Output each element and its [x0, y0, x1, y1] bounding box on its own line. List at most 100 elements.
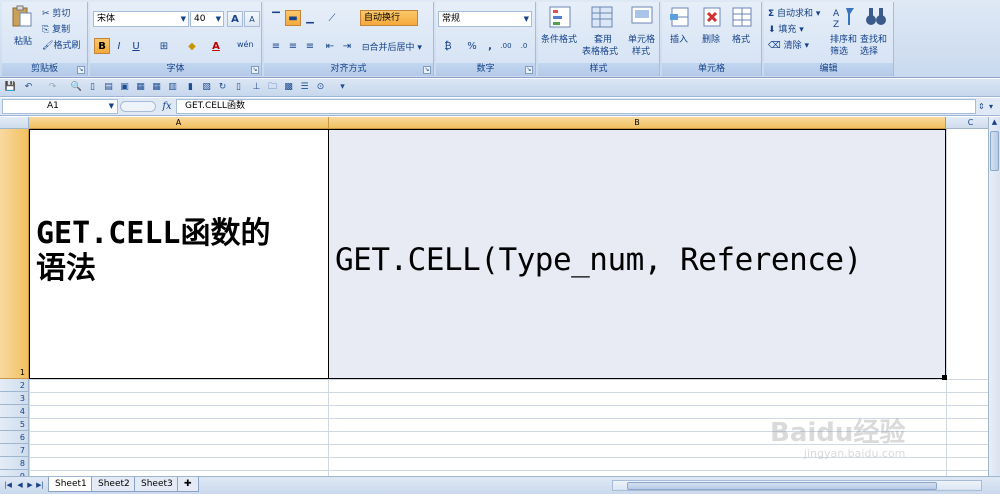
delete-button[interactable]: 删除: [702, 32, 720, 45]
increase-indent-icon[interactable]: ⇥: [339, 38, 355, 54]
copy-button[interactable]: ⎘ 复制: [42, 22, 70, 35]
comma-button[interactable]: ,: [482, 38, 498, 54]
list-icon[interactable]: ☰: [298, 81, 311, 94]
font-name-select[interactable]: 宋体 ▼: [93, 11, 189, 27]
horizontal-scroll-thumb[interactable]: [627, 482, 937, 490]
pin-icon[interactable]: ⊥: [250, 81, 263, 94]
paste-label[interactable]: 粘贴: [14, 34, 32, 47]
cell-b1[interactable]: GET.CELL(Type_num, Reference): [328, 129, 946, 379]
font-launcher-icon[interactable]: ↘: [251, 66, 259, 74]
font-color-icon[interactable]: A: [208, 38, 224, 54]
row-header-3[interactable]: 3: [0, 392, 29, 405]
conditional-format-button[interactable]: 条件格式: [541, 32, 577, 45]
zoom-icon[interactable]: ⊙: [314, 81, 327, 94]
formula-input[interactable]: GET.CELL函数: [176, 99, 976, 114]
insert-sheet-icon[interactable]: ✚: [177, 477, 199, 492]
vertical-scroll-thumb[interactable]: [990, 131, 999, 171]
table-format-label-2[interactable]: 表格格式: [582, 44, 618, 57]
italic-button[interactable]: I: [111, 38, 127, 54]
number-launcher-icon[interactable]: ↘: [525, 66, 533, 74]
save-icon[interactable]: 💾: [4, 81, 17, 94]
doc-icon[interactable]: ▯: [232, 81, 245, 94]
alignment-launcher-icon[interactable]: ↘: [423, 66, 431, 74]
insert-function-button[interactable]: fx: [160, 99, 174, 114]
align-middle-icon[interactable]: ▬: [285, 10, 301, 26]
sort-label-2[interactable]: 筛选: [830, 44, 848, 57]
format-painter-button[interactable]: 🖌格式刷: [42, 38, 80, 51]
cut-button[interactable]: ✂ 剪切: [42, 6, 70, 19]
row-header-1[interactable]: 1: [0, 129, 29, 379]
prev-sheet-icon[interactable]: ◀: [16, 480, 24, 490]
image-icon[interactable]: ▧: [200, 81, 213, 94]
clear-button[interactable]: ⌫ 清除 ▾: [768, 38, 809, 51]
fill-color-icon[interactable]: ◆: [184, 38, 200, 54]
row-header-2[interactable]: 2: [0, 379, 29, 392]
sheet-tab-1[interactable]: Sheet1: [48, 477, 94, 492]
last-sheet-icon[interactable]: ▶|: [36, 480, 44, 490]
cell-styles-label-2[interactable]: 样式: [632, 44, 650, 57]
scroll-up-icon[interactable]: ▲: [990, 118, 999, 128]
name-box[interactable]: A1 ▼: [2, 99, 118, 114]
orientation-icon[interactable]: ⟋: [324, 10, 340, 26]
font-size-select[interactable]: 40 ▼: [190, 11, 224, 27]
first-sheet-icon[interactable]: |◀: [4, 480, 12, 490]
row-header-8[interactable]: 8: [0, 457, 29, 470]
wrap-text-button[interactable]: 自动换行: [360, 10, 418, 26]
select-all-corner[interactable]: [0, 117, 29, 129]
sheet-icon[interactable]: ▥: [166, 81, 179, 94]
column-header-b[interactable]: B: [329, 117, 946, 129]
bold-button[interactable]: B: [94, 38, 110, 54]
borders-icon[interactable]: ⊞: [156, 38, 172, 54]
print-preview-icon[interactable]: 🔍: [70, 81, 83, 94]
column-header-a[interactable]: A: [29, 117, 329, 129]
horizontal-scrollbar[interactable]: [612, 480, 982, 491]
align-right-icon[interactable]: ≡: [302, 38, 318, 54]
align-center-icon[interactable]: ≡: [285, 38, 301, 54]
folder-icon[interactable]: 🗀: [266, 81, 279, 94]
align-left-icon[interactable]: ≡: [268, 38, 284, 54]
highlight-icon[interactable]: ▩: [282, 81, 295, 94]
shrink-font-button[interactable]: A: [244, 11, 260, 27]
row-header-4[interactable]: 4: [0, 405, 29, 418]
page-icon[interactable]: ▤: [102, 81, 115, 94]
sheet-tab-3[interactable]: Sheet3: [134, 477, 180, 492]
decrease-decimal-button[interactable]: .0: [516, 38, 532, 54]
paste-icon[interactable]: [10, 4, 34, 28]
align-bottom-icon[interactable]: ▁: [302, 10, 318, 26]
accounting-icon[interactable]: ₿: [440, 38, 456, 54]
column-header-c[interactable]: C: [946, 117, 988, 129]
sheet-tab-2[interactable]: Sheet2: [91, 477, 137, 492]
collapse-ribbon-icon[interactable]: ▾: [989, 99, 998, 114]
row-header-5[interactable]: 5: [0, 418, 29, 431]
format-button[interactable]: 格式: [732, 32, 750, 45]
refresh-icon[interactable]: ↻: [216, 81, 229, 94]
percent-button[interactable]: %: [464, 38, 480, 54]
align-top-icon[interactable]: ▔: [268, 10, 284, 26]
customize-toolbar-icon[interactable]: ▾: [336, 81, 349, 94]
insert-button[interactable]: 插入: [670, 32, 688, 45]
row-header-6[interactable]: 6: [0, 431, 29, 444]
grow-font-button[interactable]: A: [227, 11, 243, 27]
increase-decimal-button[interactable]: .00: [498, 38, 514, 54]
grid-icon[interactable]: ▦: [150, 81, 163, 94]
merge-center-button[interactable]: ⊟合并后居中 ▾: [362, 40, 422, 53]
vertical-scrollbar[interactable]: ▲: [988, 117, 1000, 476]
fill-handle[interactable]: [942, 375, 947, 380]
row-header-7[interactable]: 7: [0, 444, 29, 457]
name-box-splitter[interactable]: [120, 101, 156, 112]
new-doc-icon[interactable]: ▯: [86, 81, 99, 94]
next-sheet-icon[interactable]: ▶: [26, 480, 34, 490]
redo-icon[interactable]: ↷: [46, 81, 59, 94]
find-label-2[interactable]: 选择: [860, 44, 878, 57]
number-format-select[interactable]: 常规 ▼: [438, 11, 532, 27]
phonetic-guide-button[interactable]: wén: [236, 36, 254, 52]
autosum-button[interactable]: Σ 自动求和 ▾: [768, 6, 820, 19]
table-icon[interactable]: ▦: [134, 81, 147, 94]
underline-button[interactable]: U: [128, 38, 144, 54]
undo-icon[interactable]: ↶: [22, 81, 35, 94]
chart-icon[interactable]: ▮: [184, 81, 197, 94]
expand-formula-icon[interactable]: ⇕: [978, 99, 988, 114]
clipboard-launcher-icon[interactable]: ↘: [77, 66, 85, 74]
cell-a1[interactable]: GET.CELL函数的语法: [29, 129, 329, 379]
camera-icon[interactable]: ▣: [118, 81, 131, 94]
